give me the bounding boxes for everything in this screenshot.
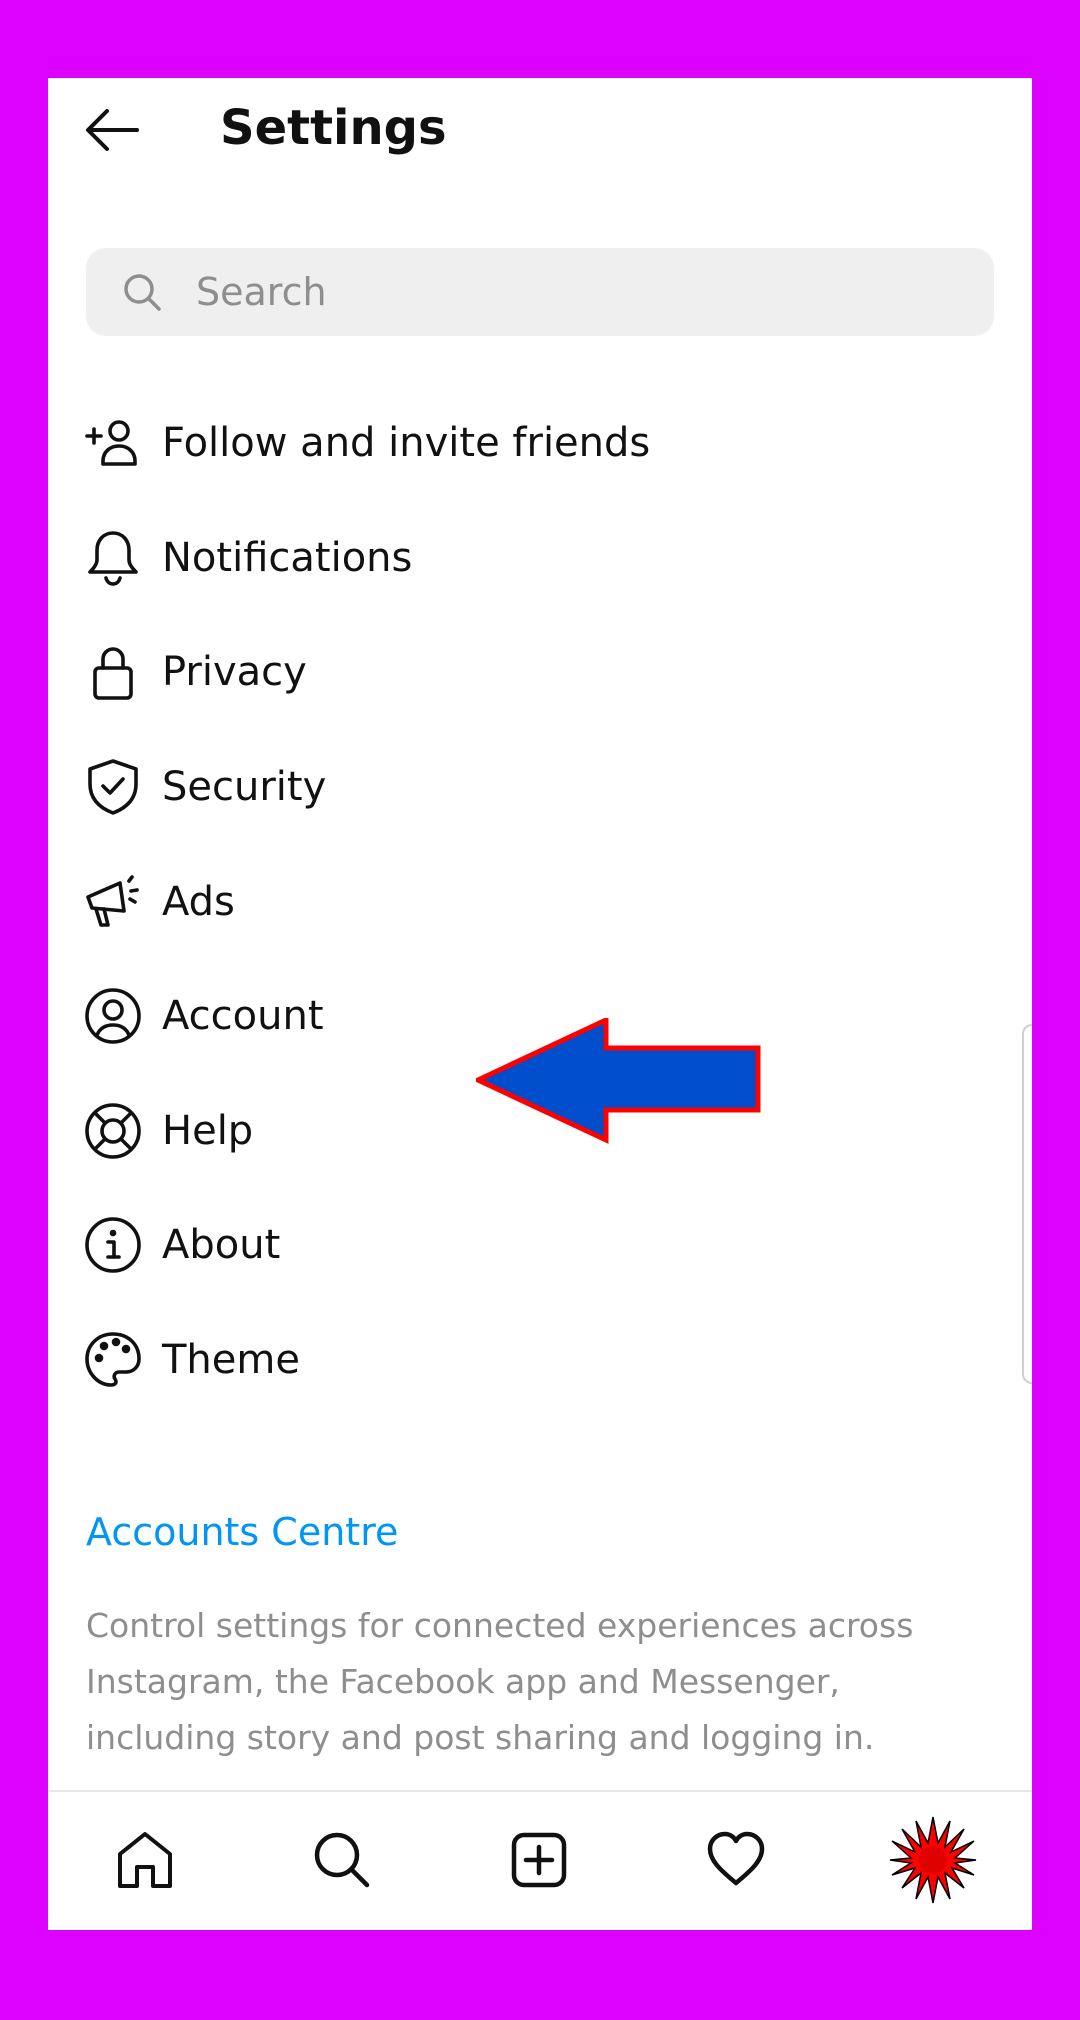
nav-create-button[interactable] — [489, 1810, 589, 1910]
heart-icon — [707, 1831, 765, 1886]
phone-screen: Settings Follow and invite friends — [48, 78, 1032, 1930]
scroll-indicator[interactable] — [1022, 1024, 1032, 1384]
menu-item-label: Security — [162, 764, 327, 811]
arrow-left-icon — [86, 109, 139, 151]
menu-item-security[interactable]: Security — [48, 730, 1032, 845]
menu-item-label: About — [162, 1222, 281, 1269]
search-icon — [314, 1832, 370, 1888]
menu-item-theme[interactable]: Theme — [48, 1303, 1032, 1418]
lifebuoy-icon — [84, 1102, 142, 1160]
pointer-arrow-annotation — [476, 1018, 761, 1144]
menu-item-label: Help — [162, 1107, 254, 1154]
nav-profile-button[interactable] — [883, 1810, 983, 1910]
accounts-centre-link[interactable]: Accounts Centre — [86, 1510, 398, 1554]
palette-icon — [84, 1331, 142, 1389]
search-input[interactable] — [196, 270, 896, 314]
menu-item-label: Notifications — [162, 534, 413, 581]
lock-icon — [84, 643, 142, 701]
bottom-nav — [48, 1790, 1032, 1930]
menu-item-privacy[interactable]: Privacy — [48, 615, 1032, 730]
profile-avatar-icon — [889, 1816, 977, 1904]
menu-item-label: Privacy — [162, 649, 307, 696]
menu-item-label: Follow and invite friends — [162, 420, 651, 467]
nav-search-button[interactable] — [292, 1810, 392, 1910]
shield-check-icon — [84, 758, 142, 816]
add-person-icon — [84, 414, 142, 472]
nav-home-button[interactable] — [95, 1810, 195, 1910]
plus-square-icon — [511, 1832, 567, 1888]
menu-item-label: Ads — [162, 878, 235, 925]
megaphone-icon — [84, 873, 142, 931]
menu-item-label: Theme — [162, 1337, 300, 1384]
search-icon — [124, 274, 161, 311]
nav-activity-button[interactable] — [686, 1810, 786, 1910]
accounts-centre-description: Control settings for connected experienc… — [86, 1606, 914, 1757]
home-icon — [118, 1832, 172, 1888]
header: Settings — [48, 78, 1032, 178]
menu-item-about[interactable]: About — [48, 1188, 1032, 1303]
settings-menu: Follow and invite friends Notifications … — [48, 386, 1032, 1417]
user-circle-icon — [84, 987, 142, 1045]
menu-item-follow-invite[interactable]: Follow and invite friends — [48, 386, 1032, 501]
menu-item-label: Account — [162, 993, 324, 1040]
search-bar[interactable] — [86, 248, 994, 336]
info-icon — [84, 1216, 142, 1274]
back-button[interactable] — [82, 100, 142, 160]
bell-icon — [84, 529, 142, 587]
menu-item-ads[interactable]: Ads — [48, 844, 1032, 959]
menu-item-notifications[interactable]: Notifications — [48, 501, 1032, 616]
page-title: Settings — [220, 100, 447, 156]
